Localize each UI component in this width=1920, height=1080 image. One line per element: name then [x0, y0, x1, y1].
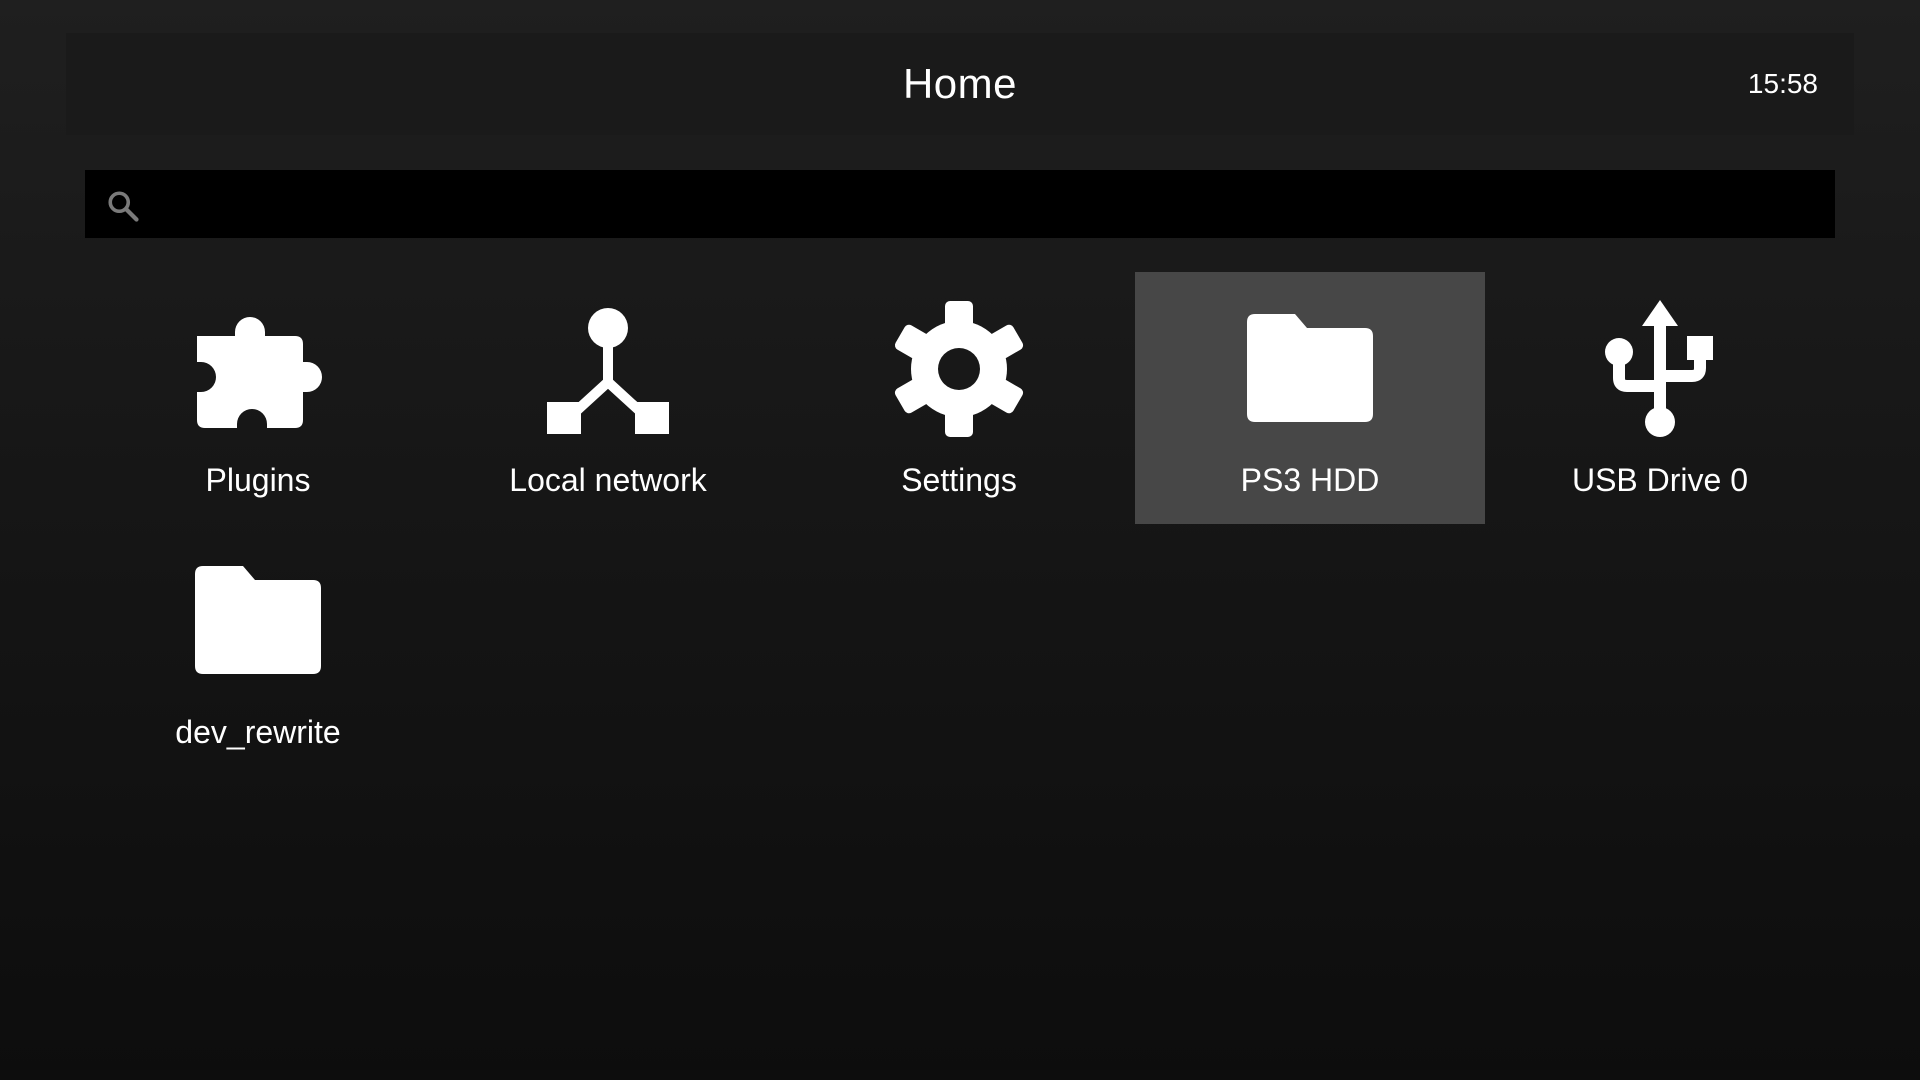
folder-icon [83, 546, 433, 696]
tile-plugins[interactable]: Plugins [83, 272, 433, 524]
clock: 15:58 [1747, 68, 1818, 99]
tile-label: Plugins [205, 462, 311, 498]
tile-local-network[interactable]: Local network [433, 272, 783, 524]
network-icon [433, 294, 783, 444]
search-input[interactable] [155, 170, 1815, 238]
tile-dev-rewrite[interactable]: dev_rewrite [83, 524, 433, 776]
tile-label: Settings [901, 462, 1017, 498]
tile-label: dev_rewrite [175, 714, 341, 750]
tile-label: USB Drive 0 [1571, 462, 1749, 498]
search-icon [108, 191, 139, 222]
tile-usb-drive-0[interactable]: USB Drive 0 [1485, 272, 1835, 524]
tile-label: PS3 HDD [1240, 462, 1380, 498]
header-bar: Home 15:58 [66, 33, 1854, 135]
page-title: Home [902, 60, 1018, 107]
folder-icon [1135, 294, 1485, 444]
search-bar[interactable] [85, 170, 1835, 238]
gear-icon [784, 294, 1134, 444]
usb-icon [1485, 294, 1835, 444]
puzzle-icon [83, 294, 433, 444]
tile-label: Local network [509, 462, 707, 498]
tile-ps3-hdd[interactable]: PS3 HDD [1135, 272, 1485, 524]
tile-settings[interactable]: Settings [784, 272, 1134, 524]
